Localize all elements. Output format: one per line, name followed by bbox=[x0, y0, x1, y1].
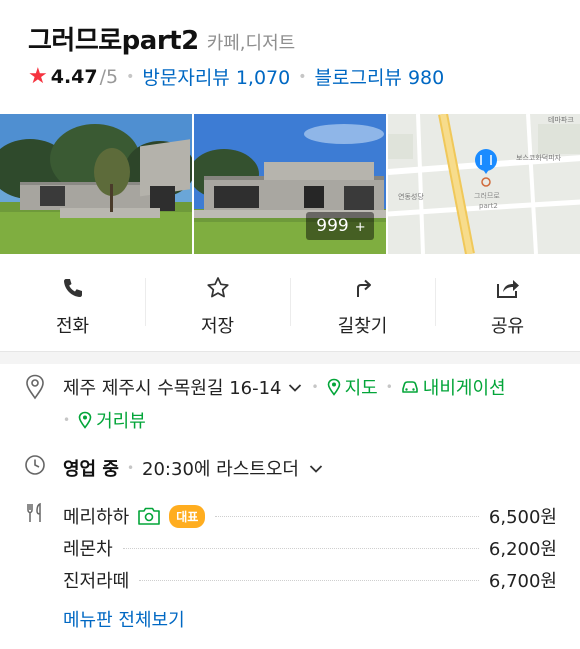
photo-thumbnail-2[interactable]: 999 + bbox=[194, 114, 386, 254]
menu-view-all-link[interactable]: 메뉴판 전체보기 bbox=[63, 606, 185, 632]
rating-max: /5 bbox=[99, 65, 119, 88]
map-preview[interactable]: 테마파크 보스코화덕피자 연동성당 그러므로 part2 bbox=[387, 114, 580, 254]
save-label: 저장 bbox=[200, 316, 235, 337]
camera-icon bbox=[137, 506, 161, 526]
more-photos-plus: + bbox=[354, 220, 366, 235]
navigation-link[interactable]: 내비게이션 bbox=[401, 374, 506, 400]
place-title: 그러므로part2 bbox=[28, 26, 199, 56]
more-photos-count: 999 bbox=[316, 216, 349, 236]
menu-item-price: 6,200원 bbox=[488, 539, 557, 560]
chevron-down-icon[interactable] bbox=[288, 377, 302, 398]
separator-dot: • bbox=[298, 68, 307, 85]
map-label-pin-sub: part2 bbox=[479, 202, 498, 210]
share-label: 공유 bbox=[490, 316, 525, 337]
separator-dot: • bbox=[311, 380, 319, 394]
photo-strip: 999 + 테마파크 보스코화덕피자 연동성당 그러므로 part2 bbox=[0, 114, 580, 254]
blog-reviews-link[interactable]: 블로그리뷰 980 bbox=[315, 63, 445, 90]
location-pin-icon bbox=[24, 374, 46, 404]
menu-item-price: 6,700원 bbox=[488, 571, 557, 592]
rating-row: ★ 4.47 /5 • 방문자리뷰 1,070 • 블로그리뷰 980 bbox=[28, 63, 444, 90]
menu-item-name-wrap: 메리하하 대표 bbox=[63, 503, 206, 529]
map-label-pin-name: 그러므로 bbox=[474, 191, 500, 200]
address-row: 제주 제주시 수목원길 16-14 • 지도 • 내비게이션 bbox=[63, 374, 506, 400]
photo-thumbnail-1[interactable] bbox=[0, 114, 193, 254]
address-text[interactable]: 제주 제주시 수목원길 16-14 bbox=[63, 374, 282, 400]
separator-dot: • bbox=[126, 461, 135, 475]
menu-item-price: 6,500원 bbox=[488, 507, 557, 528]
separator-dot: • bbox=[126, 68, 135, 85]
menu-item-name: 메리하하 bbox=[63, 507, 130, 528]
map-pin-icon bbox=[78, 411, 92, 429]
menu-item-name: 진저라떼 bbox=[63, 571, 130, 592]
map-link[interactable]: 지도 bbox=[327, 374, 378, 400]
star-icon: ★ bbox=[28, 64, 48, 89]
representative-badge: 대표 bbox=[169, 504, 206, 528]
place-summary-card: 그러므로part2 카페,디저트 ★ 4.47 /5 • 방문자리뷰 1,070… bbox=[0, 0, 580, 352]
separator-dot: • bbox=[63, 413, 71, 427]
call-button[interactable]: 전화 bbox=[0, 254, 145, 351]
menu-item[interactable]: 메리하하 대표 6,500원 bbox=[63, 500, 557, 532]
menu-leader bbox=[139, 579, 479, 581]
more-photos-badge[interactable]: 999 + bbox=[306, 212, 374, 240]
separator-dot: • bbox=[385, 380, 393, 394]
hours-detail: 20:30에 라스트오더 bbox=[142, 459, 299, 480]
navigation-link-label: 내비게이션 bbox=[422, 378, 506, 399]
map-link-label: 지도 bbox=[344, 378, 378, 399]
visitor-reviews-link[interactable]: 방문자리뷰 1,070 bbox=[142, 63, 290, 90]
menu-leader bbox=[122, 547, 479, 549]
phone-icon bbox=[59, 274, 87, 302]
menu-item[interactable]: 레몬차 6,200원 bbox=[63, 532, 557, 564]
hours-row[interactable]: 영업 중 • 20:30에 라스트오더 bbox=[63, 455, 323, 481]
save-button[interactable]: 저장 bbox=[145, 254, 290, 351]
map-label-church: 연동성당 bbox=[398, 192, 424, 201]
map-pin-icon bbox=[327, 378, 340, 396]
star-outline-icon bbox=[204, 274, 232, 302]
map-label-themepark: 테마파크 bbox=[548, 115, 574, 124]
map-label-pizza: 보스코화덕피자 bbox=[516, 153, 562, 162]
share-icon bbox=[494, 274, 522, 302]
call-label: 전화 bbox=[55, 316, 90, 337]
directions-label: 길찾기 bbox=[337, 316, 388, 337]
share-button[interactable]: 공유 bbox=[435, 254, 580, 351]
hours-status: 영업 중 bbox=[63, 459, 119, 480]
car-icon bbox=[401, 381, 418, 393]
menu-item[interactable]: 진저라떼 6,700원 bbox=[63, 564, 557, 596]
menu-list: 메리하하 대표 6,500원 레몬차 6,200원 진저라떼 6,700원 메뉴… bbox=[63, 500, 557, 632]
clock-icon bbox=[24, 454, 46, 480]
directions-button[interactable]: 길찾기 bbox=[290, 254, 435, 351]
fork-knife-icon bbox=[24, 502, 46, 528]
rating-score: 4.47 bbox=[50, 65, 98, 88]
street-view-link[interactable]: 거리뷰 bbox=[78, 407, 146, 433]
menu-leader bbox=[215, 515, 479, 517]
address-row-2: • 거리뷰 bbox=[63, 407, 146, 433]
title-row: 그러므로part2 카페,디저트 bbox=[28, 20, 295, 57]
chevron-down-icon[interactable] bbox=[309, 458, 323, 479]
menu-item-name: 레몬차 bbox=[63, 539, 113, 560]
place-category: 카페,디저트 bbox=[206, 33, 296, 54]
street-view-link-label: 거리뷰 bbox=[96, 411, 146, 432]
section-divider bbox=[0, 352, 580, 364]
directions-icon bbox=[349, 274, 377, 302]
action-bar: 전화 저장 길찾기 공유 bbox=[0, 254, 580, 351]
